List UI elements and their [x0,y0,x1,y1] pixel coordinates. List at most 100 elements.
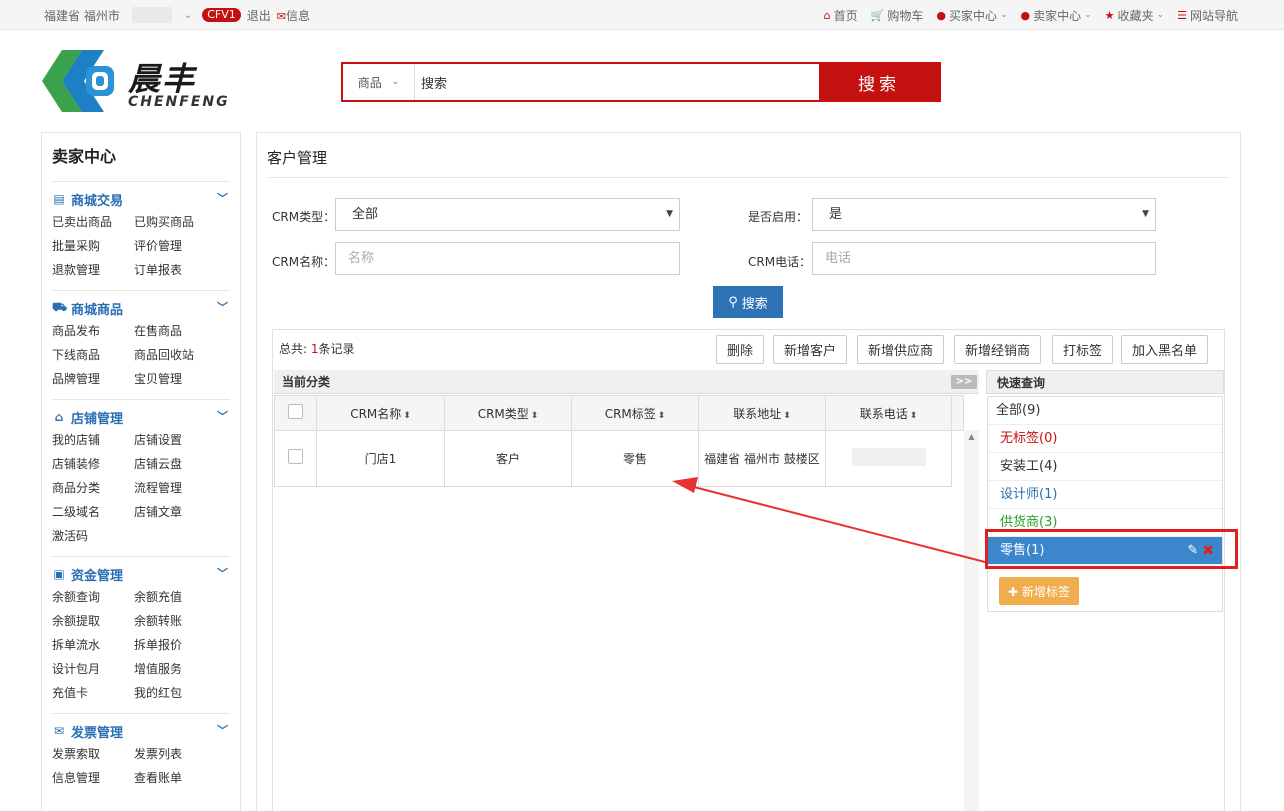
chevron-down-icon[interactable]: ﹀ [217,299,228,315]
home-icon: ⌂ [823,8,831,22]
sidebar-item[interactable]: 拆单流水 [52,633,134,657]
cell-name: 门店1 [316,430,445,487]
add-supplier-button[interactable]: 新增供应商 [857,335,945,364]
row-checkbox[interactable] [288,449,303,464]
sidebar-item[interactable]: 查看账单 [134,766,216,790]
scroll-up-icon[interactable]: ▲ [964,432,979,441]
chevron-down-icon[interactable]: ﹀ [217,722,228,738]
sidebar-item[interactable]: 商品回收站 [134,343,216,367]
sidebar-group-header[interactable]: ⌂ 店铺管理 ﹀ [52,408,230,427]
add-dealer-button[interactable]: 新增经销商 [954,335,1042,364]
enabled-select[interactable]: 是 ▼ [812,198,1156,231]
sidebar-group-header[interactable]: ▣ 资金管理 ﹀ [52,565,230,584]
sidebar-group-header[interactable]: ▤ 商城交易 ﹀ [52,190,230,209]
location-text[interactable]: 福建省 福州市 [44,7,120,24]
sidebar-item[interactable]: 发票列表 [134,742,216,766]
sidebar-item[interactable]: 评价管理 [134,234,216,258]
top-bar-left: 福建省 福州市 ⌄ CFV1 退出 ✉信息 [44,0,310,30]
quick-item-all[interactable]: 全部(9) [988,397,1222,425]
sidebar-item[interactable]: 已卖出商品 [52,210,134,234]
sidebar-item[interactable]: 充值卡 [52,681,134,705]
logo-mark-icon [42,50,114,112]
chevron-down-icon[interactable]: ﹀ [217,565,228,581]
sidebar-group-shop: ⌂ 店铺管理 ﹀ 我的店铺 店铺设置 店铺装修 店铺云盘 商品分类 流程管理 二… [52,399,230,556]
search-category-select[interactable]: 商品 ⌄ [343,64,415,100]
buyer-center-link[interactable]: ● 买家中心 ⌄ [936,7,1007,24]
quick-item-installer[interactable]: 安装工(4) [988,453,1222,481]
logout-link[interactable]: 退出 [247,7,271,24]
add-customer-button[interactable]: 新增客户 [773,335,848,364]
sidebar-group-title: 商城商品 [71,302,124,318]
sidebar-item[interactable]: 发票索取 [52,742,134,766]
sidebar-item[interactable]: 我的店铺 [52,428,134,452]
sidebar-group-header[interactable]: ✉ 发票管理 ﹀ [52,722,230,741]
sidebar-item[interactable]: 激活码 [52,524,134,548]
cell-address: 福建省 福州市 鼓楼区 [698,430,826,487]
search-button[interactable]: 搜索 [819,64,939,100]
logo[interactable]: 晨丰 CHENFENG [42,44,242,120]
sidebar-item[interactable]: 流程管理 [134,476,216,500]
quick-item-designer[interactable]: 设计师(1) [988,481,1222,509]
sidebar-item[interactable]: 品牌管理 [52,367,134,391]
quick-item-untagged[interactable]: 无标签(0) [988,425,1222,453]
sidebar-item[interactable]: 二级域名 [52,500,134,524]
sidebar-item[interactable]: 店铺设置 [134,428,216,452]
expand-button[interactable]: >> [951,375,977,389]
cell-type: 客户 [444,430,572,487]
column-header-tag[interactable]: CRM标签 ⬍ [571,395,699,431]
sidebar-item[interactable]: 信息管理 [52,766,134,790]
sidebar-item[interactable]: 商品分类 [52,476,134,500]
sidebar-item[interactable]: 余额提取 [52,609,134,633]
sidebar-group-header[interactable]: ⛟ 商城商品 ﹀ [52,299,230,318]
chevron-down-icon[interactable]: ﹀ [217,190,228,206]
sidebar-item[interactable]: 我的红包 [134,681,216,705]
sidebar-item[interactable]: 设计包月 [52,657,134,681]
sidebar-item[interactable]: 宝贝管理 [134,367,216,391]
search-input[interactable] [415,64,819,100]
sidebar-item[interactable]: 余额查询 [52,585,134,609]
add-tag-button[interactable]: ✚ 新增标签 [999,577,1079,605]
sidebar-item[interactable]: 增值服务 [134,657,216,681]
sidebar-group-title: 发票管理 [71,725,124,741]
sidebar-item[interactable]: 已购买商品 [134,210,216,234]
home-link[interactable]: ⌂ 首页 [824,7,858,24]
blacklist-button[interactable]: 加入黑名单 [1121,335,1209,364]
crm-phone-input[interactable] [812,242,1156,275]
table-row[interactable]: 门店1 客户 零售 福建省 福州市 鼓楼区 [274,430,952,487]
sidebar-item[interactable]: 退款管理 [52,258,134,282]
cart-link[interactable]: 🛒 购物车 [871,7,924,24]
sidebar-item[interactable]: 店铺云盘 [134,452,216,476]
tag-button[interactable]: 打标签 [1052,335,1114,364]
chevron-down-icon[interactable]: ﹀ [217,408,228,424]
sidebar: 卖家中心 ▤ 商城交易 ﹀ 已卖出商品 已购买商品 批量采购 评价管理 退款管理… [41,132,241,811]
favorites-link[interactable]: ★ 收藏夹 ⌄ [1105,7,1164,24]
user-icon: ● [936,8,946,22]
sidebar-item[interactable]: 拆单报价 [134,633,216,657]
sidebar-item[interactable]: 在售商品 [134,319,216,343]
delete-button[interactable]: 删除 [716,335,765,364]
seller-center-link[interactable]: ● 卖家中心 ⌄ [1021,7,1092,24]
column-header-address[interactable]: 联系地址 ⬍ [698,395,826,431]
sidebar-item[interactable]: 商品发布 [52,319,134,343]
column-header-phone[interactable]: 联系电话 ⬍ [825,395,952,431]
crm-type-select[interactable]: 全部 ▼ [335,198,680,231]
sidebar-item[interactable]: 下线商品 [52,343,134,367]
table-scrollbar[interactable]: ▲ [964,430,979,811]
record-count: 总共: 1条记录 [279,340,355,357]
column-header-name[interactable]: CRM名称 ⬍ [316,395,445,431]
quick-query-panel: 快速查询 全部(9) 无标签(0) 安装工(4) 设计师(1) 供货商(3) 零… [986,370,1224,811]
sidebar-item[interactable]: 店铺文章 [134,500,216,524]
crm-name-input[interactable] [335,242,680,275]
select-all-checkbox[interactable] [288,404,303,419]
sidebar-item[interactable]: 店铺装修 [52,452,134,476]
site-nav-link[interactable]: ☰ 网站导航 [1177,7,1238,24]
sidebar-item[interactable]: 余额充值 [134,585,216,609]
chevron-down-icon[interactable]: ⌄ [184,10,192,21]
results-panel: 总共: 1条记录 删除 新增客户 新增供应商 新增经销商 打标签 加入黑名单 当… [272,329,1225,811]
sidebar-item[interactable]: 订单报表 [134,258,216,282]
sidebar-item[interactable]: 余额转账 [134,609,216,633]
message-link[interactable]: ✉信息 [277,7,310,24]
filter-search-button[interactable]: ⚲ 搜索 [713,286,783,318]
column-header-type[interactable]: CRM类型 ⬍ [444,395,572,431]
sidebar-item[interactable]: 批量采购 [52,234,134,258]
